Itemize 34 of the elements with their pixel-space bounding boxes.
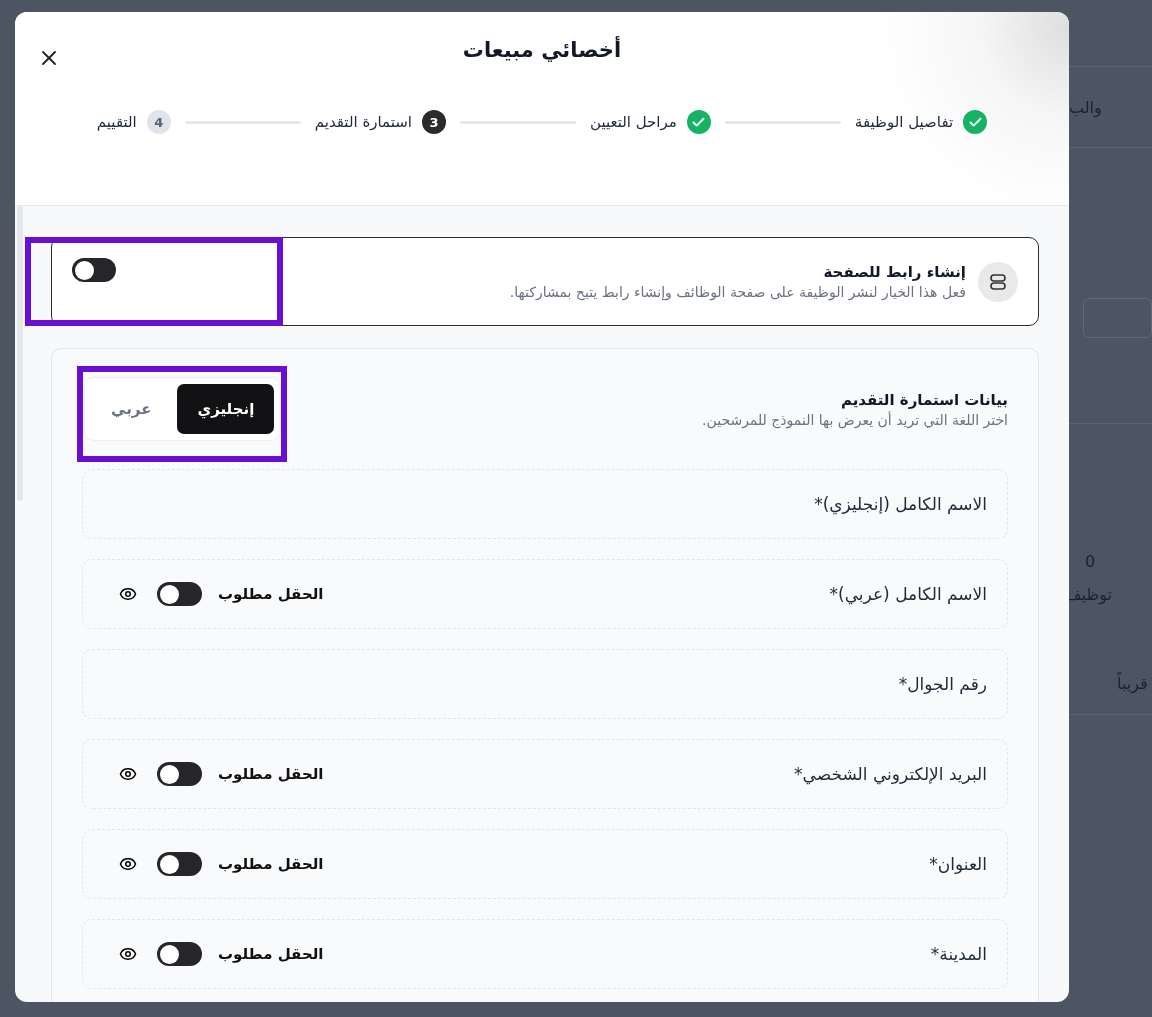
toggle-switch[interactable]	[157, 852, 202, 876]
card-title: إنشاء رابط للصفحة	[822, 263, 966, 281]
field-label: رقم الجوال*	[897, 674, 987, 694]
card-description: فعل هذا الخيار لنشر الوظيفة على صفحة الوظائف وإنشاء رابط يتيح بمشاركتها.	[508, 284, 966, 300]
required-label: الحقل مطلوب	[218, 855, 324, 873]
required-label: الحقل مطلوب	[218, 585, 324, 603]
field-label: الاسم الكامل (عربي)*	[828, 584, 987, 604]
section-description: اختر اللغة التي تريد أن يعرض بها النموذج للمرشحين.	[701, 411, 1008, 428]
toggle-switch[interactable]	[157, 762, 202, 786]
required-label: الحقل مطلوب	[218, 765, 324, 783]
field-label: البريد الإلكتروني الشخصي*	[793, 764, 987, 784]
language-option[interactable]: إنجليزي	[177, 384, 275, 434]
step-number: 3	[429, 114, 439, 130]
step-label[interactable]: التقييم	[96, 113, 137, 131]
toggle-switch[interactable]	[157, 942, 202, 966]
dialog-title: أخصائي مبيعات	[462, 38, 622, 62]
scrollbar[interactable]	[17, 206, 23, 501]
toggle-switch[interactable]	[72, 258, 116, 282]
language-option[interactable]: عربي	[91, 384, 172, 434]
eye-icon[interactable]	[119, 945, 137, 963]
eye-icon[interactable]	[119, 855, 137, 873]
step-label[interactable]: استمارة التقديم	[314, 113, 412, 131]
step-number: 4	[154, 114, 164, 130]
required-label: الحقل مطلوب	[218, 945, 324, 963]
step-label[interactable]: تفاصيل الوظيفة	[854, 113, 954, 131]
field-label: الاسم الكامل (إنجليزي)*	[813, 494, 987, 514]
field-label: العنوان*	[928, 854, 987, 874]
section-title: بيانات استمارة التقديم	[839, 390, 1008, 409]
field-label: المدينة*	[929, 944, 987, 964]
eye-icon[interactable]	[119, 765, 137, 783]
step-label[interactable]: مراحل التعيين	[590, 113, 677, 131]
link-icon	[989, 273, 1007, 290]
toggle-switch[interactable]	[157, 582, 202, 606]
eye-icon[interactable]	[119, 585, 137, 603]
